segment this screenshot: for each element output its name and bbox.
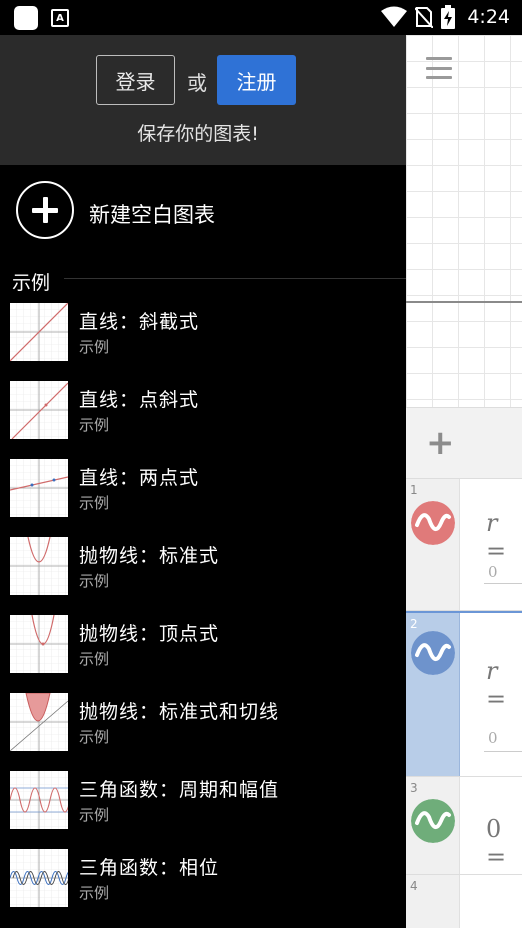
- example-title: 直线：斜截式: [79, 311, 200, 333]
- section-title: 示例: [12, 272, 51, 294]
- save-prompt: 保存你的图表!: [137, 123, 259, 145]
- example-subtitle: 示例: [79, 728, 110, 746]
- menu-icon[interactable]: [426, 57, 452, 79]
- example-title: 直线：两点式: [79, 467, 200, 489]
- login-button[interactable]: 登录: [96, 55, 175, 105]
- example-item[interactable]: 直线：斜截式 示例: [0, 303, 406, 381]
- example-thumbnail: [10, 771, 68, 829]
- expression-value: 0: [488, 563, 498, 581]
- x-axis: [406, 301, 522, 303]
- example-subtitle: 示例: [79, 494, 110, 512]
- wave-icon[interactable]: [411, 631, 455, 675]
- expression-row[interactable]: 4: [406, 875, 522, 928]
- example-title: 三角函数：周期和幅值: [79, 779, 280, 801]
- status-bar: A 4:24: [0, 0, 522, 35]
- expression-row[interactable]: 1 r = 0: [406, 479, 522, 611]
- expression-number: 1: [410, 483, 418, 497]
- new-graph-label: 新建空白图表: [89, 203, 215, 227]
- expression-formula: r =: [486, 657, 507, 713]
- example-thumbnail: [10, 459, 68, 517]
- add-icon: [16, 181, 74, 239]
- graph-canvas[interactable]: [406, 35, 522, 407]
- drawer-header: 登录 或 注册 保存你的图表!: [0, 35, 406, 165]
- expression-row-selected[interactable]: 2 r = 0: [406, 611, 522, 777]
- example-item[interactable]: 三角函数：周期和幅值 示例: [0, 771, 406, 849]
- example-item[interactable]: 抛物线：标准式 示例: [0, 537, 406, 615]
- expression-number: 3: [410, 781, 418, 795]
- expression-number: 4: [410, 879, 418, 893]
- example-item[interactable]: 直线：点斜式 示例: [0, 381, 406, 459]
- example-title: 直线：点斜式: [79, 389, 200, 411]
- new-blank-graph-button[interactable]: 新建空白图表: [0, 175, 406, 245]
- graph-app-background: + 1 r = 0 2 r = 0 3 0 = 4: [406, 35, 522, 928]
- navigation-drawer: 登录 或 注册 保存你的图表! 新建空白图表 示例 直线：斜截式 示例 直线：点…: [0, 35, 406, 928]
- example-item[interactable]: 抛物线：顶点式 示例: [0, 615, 406, 693]
- example-thumbnail: [10, 693, 68, 751]
- example-subtitle: 示例: [79, 338, 110, 356]
- example-item[interactable]: 直线：两点式 示例: [0, 459, 406, 537]
- example-subtitle: 示例: [79, 572, 110, 590]
- example-thumbnail: [10, 303, 68, 361]
- example-title: 抛物线：标准式: [79, 545, 220, 567]
- wave-icon[interactable]: [411, 501, 455, 545]
- example-subtitle: 示例: [79, 416, 110, 434]
- text-icon: A: [51, 9, 69, 27]
- battery-charging-icon: [441, 5, 456, 29]
- or-text: 或: [187, 71, 207, 95]
- app-icon: [14, 6, 38, 30]
- example-item[interactable]: 抛物线：标准式和切线 示例: [0, 693, 406, 771]
- example-title: 抛物线：顶点式: [79, 623, 220, 645]
- divider: [64, 278, 406, 279]
- example-thumbnail: [10, 615, 68, 673]
- example-subtitle: 示例: [79, 650, 110, 668]
- wave-icon[interactable]: [411, 799, 455, 843]
- add-expression-icon[interactable]: +: [426, 426, 455, 460]
- wifi-icon: [381, 6, 408, 27]
- example-subtitle: 示例: [79, 806, 110, 824]
- example-title: 抛物线：标准式和切线: [79, 701, 280, 723]
- example-title: 三角函数：相位: [79, 857, 220, 879]
- no-sim-icon: [415, 7, 434, 28]
- expression-number: 2: [410, 617, 418, 631]
- example-thumbnail: [10, 849, 68, 907]
- example-item[interactable]: 三角函数：相位 示例: [0, 849, 406, 927]
- expression-formula: r =: [486, 509, 507, 565]
- example-thumbnail: [10, 381, 68, 439]
- signup-button[interactable]: 注册: [217, 55, 296, 105]
- example-thumbnail: [10, 537, 68, 595]
- expression-row[interactable]: 3 0 =: [406, 777, 522, 875]
- clock: 4:24: [467, 6, 510, 28]
- expression-value: 0: [488, 729, 498, 747]
- example-subtitle: 示例: [79, 884, 110, 902]
- expression-formula: 0 =: [486, 815, 507, 871]
- expression-toolbar: +: [406, 407, 522, 479]
